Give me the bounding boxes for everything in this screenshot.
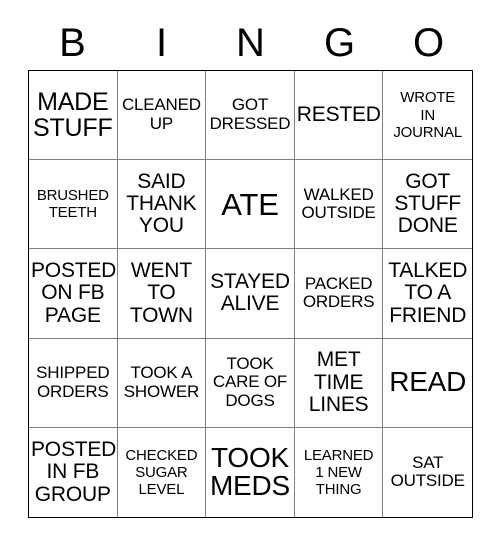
- bingo-grid: MADE STUFF CLEANED UP GOT DRESSED RESTED WRO…: [28, 70, 473, 518]
- bingo-cell[interactable]: WROTE IN JOURNAL: [383, 71, 472, 161]
- bingo-cell[interactable]: PACKED ORDERS: [294, 249, 384, 339]
- bingo-header-letter-g: G: [323, 21, 356, 65]
- bingo-cell[interactable]: MET TIME LINES: [294, 338, 384, 428]
- bingo-cell-label: PACKED ORDERS: [302, 273, 375, 312]
- bingo-cell[interactable]: STAYED ALIVE: [206, 249, 295, 339]
- bingo-cell-label: WROTE IN JOURNAL: [393, 89, 462, 141]
- bingo-cell-label: GOT STUFF DONE: [394, 169, 462, 238]
- bingo-cell-label: MET TIME LINES: [308, 348, 369, 416]
- bingo-cell[interactable]: TALKED TO A FRIEND: [383, 249, 472, 339]
- bingo-header-letter-b: B: [59, 21, 86, 65]
- bingo-cell-label: TOOK A SHOWER: [123, 363, 200, 401]
- bingo-cell-label: SAT OUTSIDE: [390, 452, 465, 491]
- bingo-cell[interactable]: TOOK A SHOWER: [117, 338, 207, 428]
- bingo-cell[interactable]: BRUSHED TEETH: [29, 160, 118, 250]
- bingo-cell[interactable]: TOOK MEDS: [206, 427, 295, 517]
- bingo-cell-label: LEARNED 1 NEW THING: [303, 446, 374, 498]
- bingo-cell[interactable]: TOOK CARE OF DOGS: [206, 338, 295, 428]
- bingo-cell[interactable]: SAID THANK YOU: [117, 160, 207, 250]
- bingo-cell[interactable]: SAT OUTSIDE: [383, 427, 472, 517]
- bingo-cell-label: GOT DRESSED: [209, 95, 291, 134]
- bingo-cell[interactable]: WALKED OUTSIDE: [294, 160, 384, 250]
- bingo-cell-label: CHECKED SUGAR LEVEL: [125, 446, 198, 498]
- bingo-cell[interactable]: CHECKED SUGAR LEVEL: [117, 427, 207, 517]
- bingo-cell-label: POSTED IN FB GROUP: [31, 438, 117, 506]
- bingo-cell[interactable]: LEARNED 1 NEW THING: [294, 427, 384, 517]
- bingo-cell-label: WALKED OUTSIDE: [301, 184, 376, 223]
- bingo-cell-label: CLEANED UP: [121, 95, 201, 134]
- bingo-card: B I N G O MADE STUFF CLEANED UP GOT DRESSE…: [0, 0, 500, 544]
- bingo-cell[interactable]: CLEANED UP: [117, 71, 207, 161]
- bingo-cell-label: POSTED ON FB PAGE: [31, 259, 117, 327]
- bingo-cell-label: TOOK CARE OF DOGS: [212, 353, 288, 411]
- bingo-cell[interactable]: POSTED ON FB PAGE: [29, 249, 118, 339]
- bingo-cell-label: STAYED ALIVE: [210, 270, 290, 316]
- bingo-cell[interactable]: WENT TO TOWN: [117, 249, 207, 339]
- bingo-header-row: B I N G O: [28, 16, 473, 70]
- bingo-cell-label: TALKED TO A FRIEND: [388, 259, 468, 327]
- bingo-cell-label: SHIPPED ORDERS: [36, 363, 110, 401]
- bingo-cell[interactable]: MADE STUFF: [29, 71, 118, 161]
- bingo-cell-label: TOOK MEDS: [209, 441, 291, 502]
- bingo-cell[interactable]: RESTED: [294, 71, 384, 161]
- bingo-cell-label: RESTED: [296, 102, 381, 126]
- bingo-cell[interactable]: SHIPPED ORDERS: [29, 338, 118, 428]
- bingo-cell[interactable]: READ: [383, 338, 472, 428]
- bingo-cell[interactable]: POSTED IN FB GROUP: [29, 427, 118, 517]
- bingo-cell-label: SAID THANK YOU: [126, 169, 197, 238]
- bingo-cell-label: BRUSHED TEETH: [36, 187, 109, 222]
- bingo-cell[interactable]: GOT STUFF DONE: [383, 160, 472, 250]
- bingo-cell[interactable]: GOT DRESSED: [206, 71, 295, 161]
- bingo-cell[interactable]: ATE: [206, 160, 295, 250]
- bingo-cell-label: READ: [389, 366, 467, 398]
- bingo-header-letter-i: I: [155, 21, 168, 65]
- bingo-cell-label: WENT TO TOWN: [129, 259, 193, 327]
- bingo-cell-label: MADE STUFF: [33, 88, 113, 143]
- bingo-header-letter-n: N: [236, 21, 265, 65]
- bingo-cell-label: ATE: [221, 186, 279, 222]
- bingo-header-letter-o: O: [412, 21, 445, 65]
